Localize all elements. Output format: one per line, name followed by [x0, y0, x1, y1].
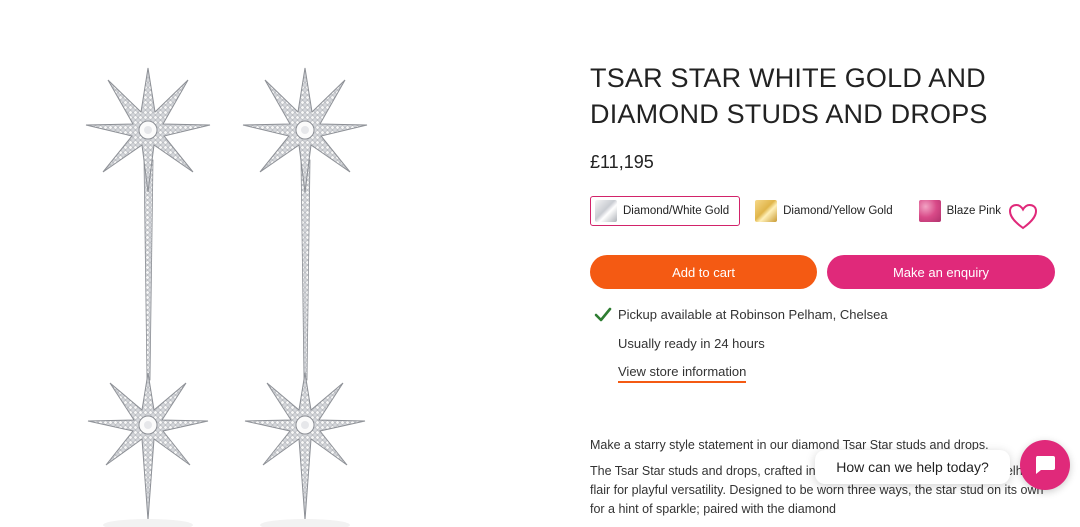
yellow-gold-swatch-icon — [755, 200, 778, 222]
product-image — [60, 40, 400, 527]
pickup-availability: Pickup available at Robinson Pelham, Che… — [618, 307, 888, 322]
variant-selector: Diamond/White Gold Diamond/Yellow Gold B… — [590, 195, 1060, 230]
variant-diamond-yellow-gold[interactable]: Diamond/Yellow Gold — [750, 196, 904, 226]
variant-label: Diamond/White Gold — [623, 205, 730, 217]
make-enquiry-button[interactable]: Make an enquiry — [827, 255, 1055, 289]
pickup-info: Pickup available at Robinson Pelham, Che… — [590, 305, 1060, 383]
product-title-line1: TSAR STAR WHITE GOLD AND — [590, 63, 986, 93]
view-store-information-link[interactable]: View store information — [618, 363, 747, 383]
variant-diamond-white-gold[interactable]: Diamond/White Gold — [590, 196, 741, 226]
product-title-line2: DIAMOND STUDS AND DROPS — [590, 99, 988, 129]
chat-launcher-button[interactable] — [1020, 440, 1070, 490]
variant-blaze-pink[interactable]: Blaze Pink — [914, 196, 1012, 226]
check-icon — [594, 307, 612, 322]
product-price: £11,195 — [590, 152, 654, 172]
variant-label: Diamond/Yellow Gold — [783, 205, 893, 217]
chat-prompt-bubble[interactable]: How can we help today? — [815, 450, 1010, 484]
wishlist-heart-icon[interactable] — [1008, 203, 1038, 231]
product-title: TSAR STAR WHITE GOLD AND DIAMOND STUDS A… — [590, 60, 1060, 132]
product-info: TSAR STAR WHITE GOLD AND DIAMOND STUDS A… — [590, 60, 1060, 383]
earrings-illustration — [85, 67, 368, 527]
pickup-ready-time: Usually ready in 24 hours — [618, 336, 765, 351]
white-gold-swatch-icon — [595, 200, 617, 222]
action-buttons: Add to cart Make an enquiry — [590, 255, 1060, 289]
add-to-cart-button[interactable]: Add to cart — [590, 255, 817, 289]
chat-icon — [1035, 456, 1055, 474]
pink-sapphire-swatch-icon — [918, 200, 941, 222]
variant-label: Blaze Pink — [946, 205, 1001, 217]
